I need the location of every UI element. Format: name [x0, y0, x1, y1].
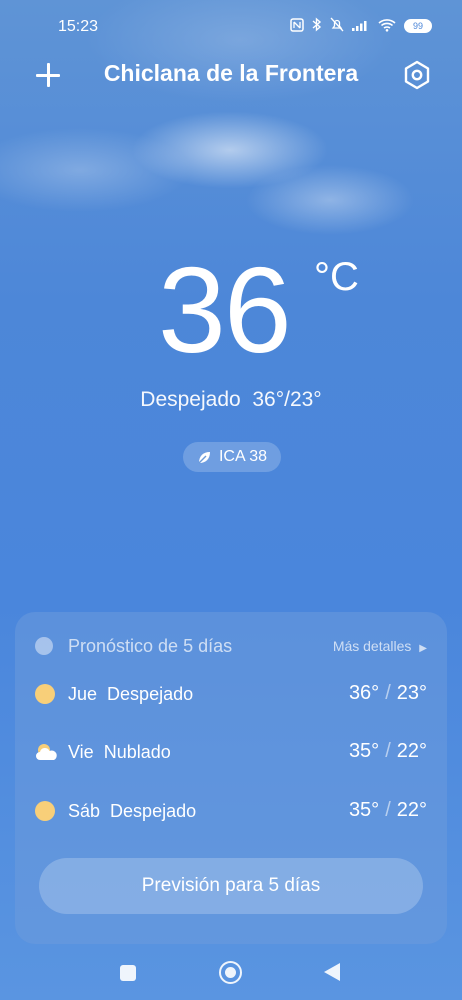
- signal-icon: [352, 18, 370, 34]
- chevron-right-icon: ▶: [419, 643, 427, 654]
- status-time: 15:23: [58, 18, 99, 35]
- nfc-icon: [290, 17, 304, 35]
- current-condition: Despejado 36°/23°: [0, 388, 462, 412]
- forecast-high: 35°: [348, 740, 380, 762]
- forecast-condition: Nublado: [103, 742, 171, 762]
- partly-cloudy-icon: [35, 742, 57, 762]
- calendar-icon: [35, 637, 53, 655]
- home-button[interactable]: [219, 961, 242, 984]
- forecast-day: Sáb: [68, 801, 101, 821]
- city-title: Chiclana de la Frontera: [103, 60, 359, 86]
- forecast-condition: Despejado: [110, 801, 197, 821]
- forecast-card: Pronóstico de 5 días Más detalles ▶ Jue …: [15, 612, 447, 944]
- forecast-row[interactable]: Vie Nublado 35°/22°: [35, 738, 427, 768]
- sun-icon: [35, 684, 55, 704]
- forecast-temps: 35°/22°: [348, 799, 427, 821]
- wifi-icon: [378, 18, 396, 35]
- navigation-bar: [0, 950, 462, 1000]
- forecast-condition: Despejado: [107, 684, 194, 704]
- status-bar: 15:23 99: [0, 0, 462, 52]
- forecast-day-label: Vie Nublado: [68, 742, 171, 763]
- status-icons: 99: [290, 17, 432, 35]
- forecast-day: Vie: [68, 742, 94, 762]
- forecast-day-label: Sáb Despejado: [68, 801, 196, 822]
- forecast-day-label: Jue Despejado: [68, 684, 193, 705]
- forecast-title: Pronóstico de 5 días: [68, 636, 233, 656]
- forecast-temps: 35°/22°: [348, 740, 427, 762]
- more-details-label: Más detalles: [332, 638, 412, 654]
- high-low-text: 36°/23°: [252, 388, 322, 411]
- forecast-day: Jue: [68, 684, 98, 704]
- forecast-low: 23°: [396, 682, 427, 704]
- sun-icon: [35, 801, 55, 821]
- condition-text: Despejado: [140, 388, 241, 411]
- settings-button[interactable]: [400, 58, 434, 92]
- temperature-unit: °C: [314, 255, 359, 299]
- muted-icon: [330, 17, 344, 35]
- ica-label: ICA 38: [218, 448, 268, 465]
- recent-apps-button[interactable]: [120, 965, 136, 981]
- forecast-low: 22°: [396, 799, 427, 821]
- five-day-forecast-button[interactable]: Previsión para 5 días: [39, 858, 423, 914]
- settings-icon: [404, 60, 430, 90]
- battery-icon: 99: [404, 19, 432, 33]
- forecast-low: 22°: [396, 740, 427, 762]
- forecast-high: 35°: [348, 799, 380, 821]
- forecast-temps: 36°/23°: [348, 682, 427, 704]
- current-temperature: 36: [158, 242, 292, 378]
- forecast-row[interactable]: Sáb Despejado 35°/22°: [35, 797, 427, 827]
- forecast-high: 36°: [348, 682, 380, 704]
- back-button[interactable]: [324, 963, 340, 981]
- forecast-header: Pronóstico de 5 días Más detalles ▶: [35, 634, 427, 658]
- forecast-row[interactable]: Jue Despejado 36°/23°: [35, 680, 427, 710]
- leaf-icon: [198, 451, 210, 463]
- more-details-link[interactable]: Más detalles ▶: [333, 638, 427, 654]
- bluetooth-icon: [312, 17, 322, 35]
- header: Chiclana de la Frontera: [0, 52, 462, 98]
- air-quality-badge[interactable]: ICA 38: [183, 442, 281, 472]
